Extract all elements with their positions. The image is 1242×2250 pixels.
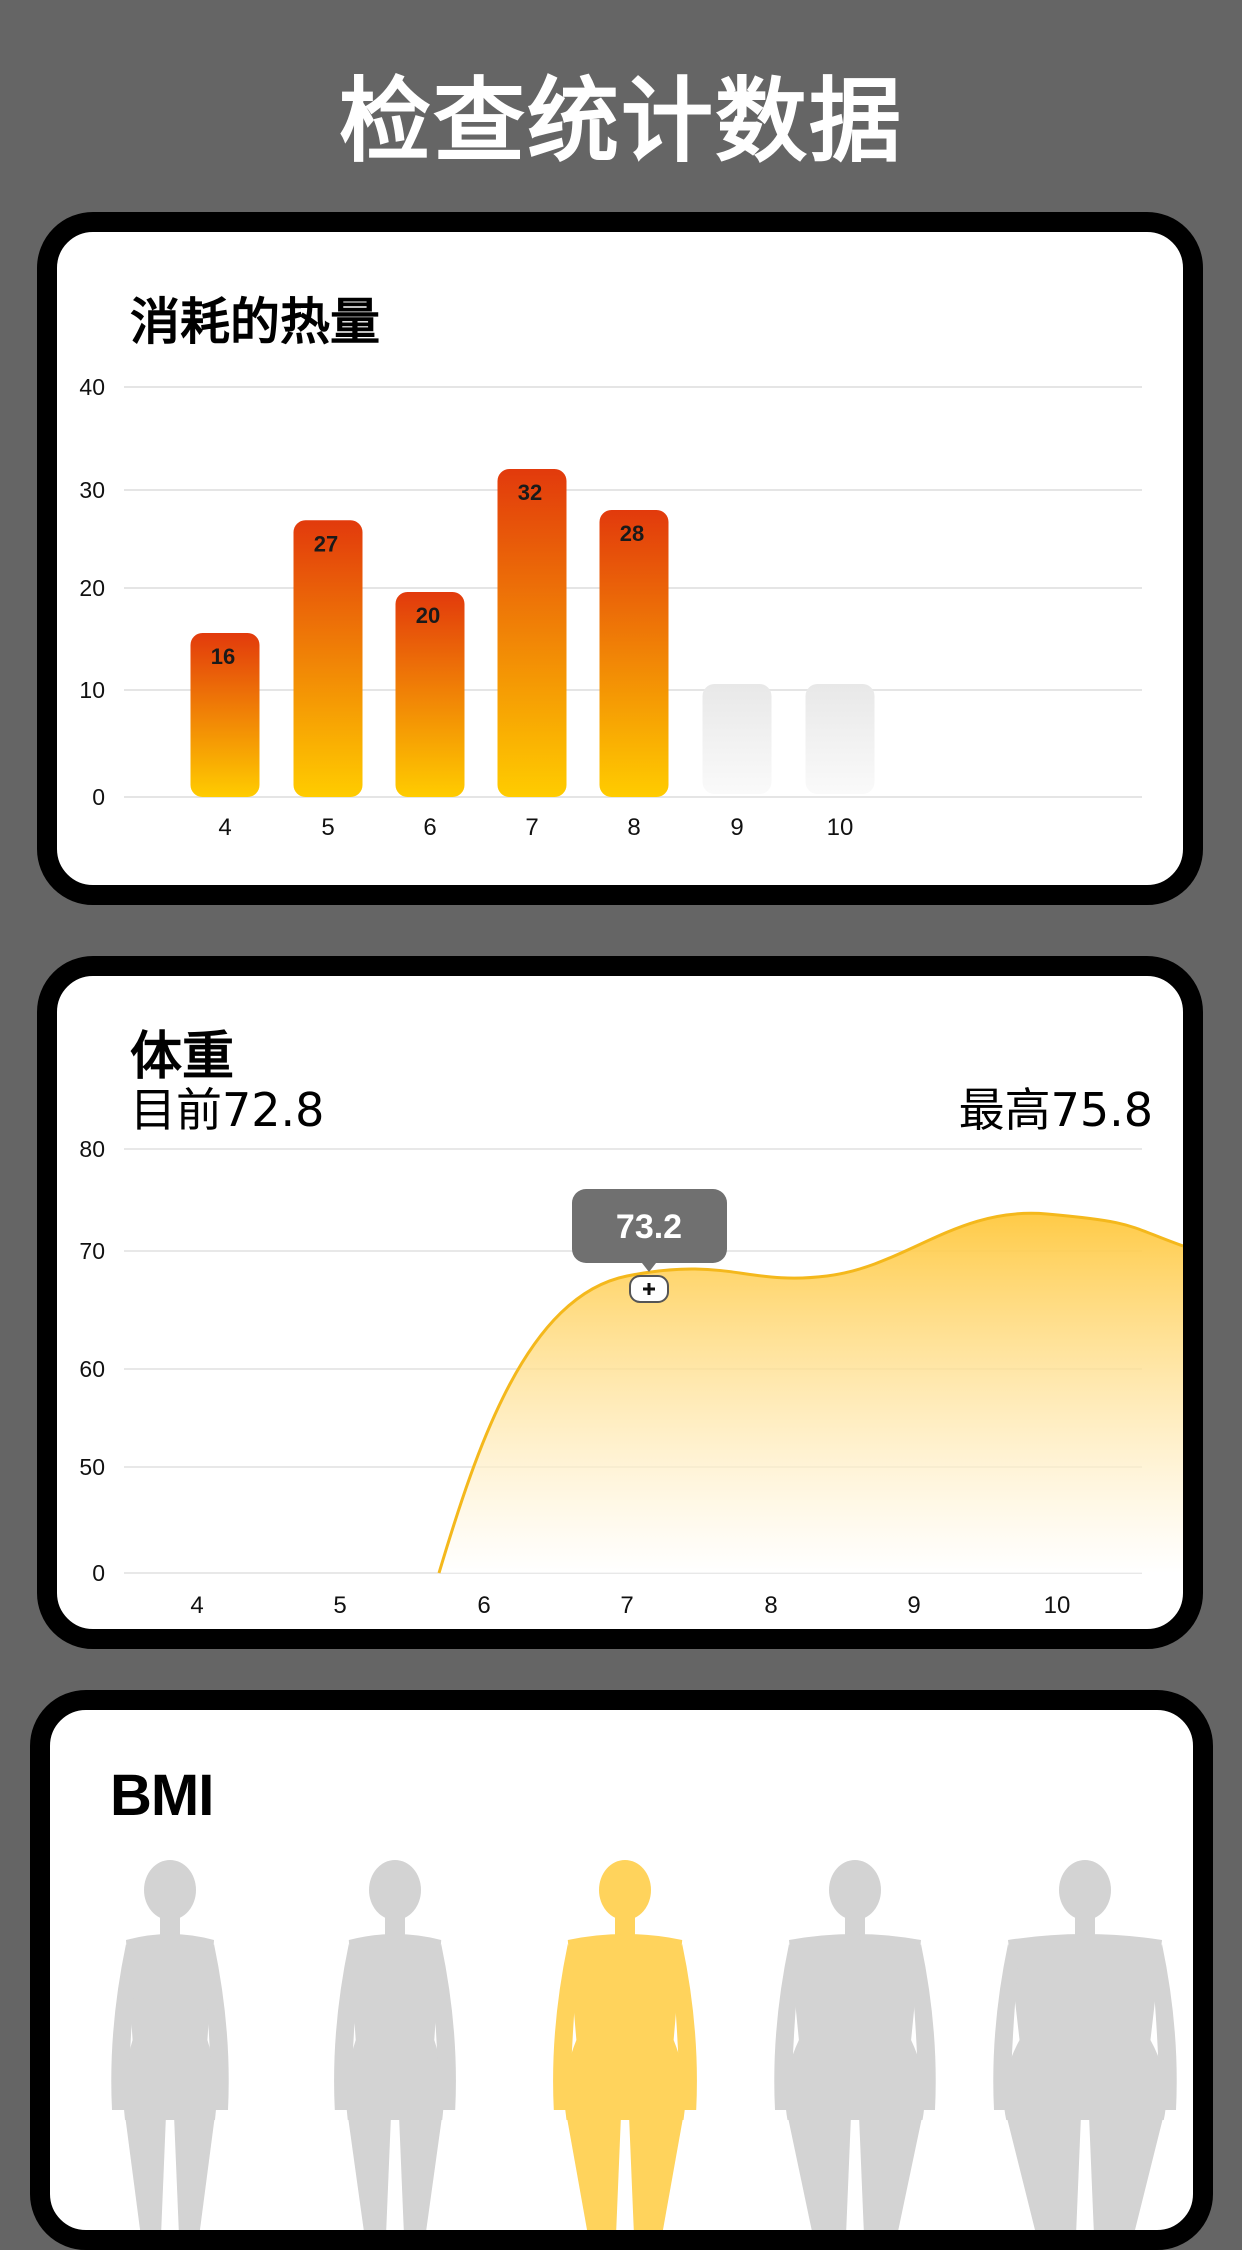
x-tick-label: 8 — [627, 814, 640, 841]
x-tick-label: 4 — [190, 1592, 203, 1619]
bmi-figure-normal — [334, 1860, 456, 2230]
x-tick-label: 5 — [333, 1592, 346, 1619]
y-tick-label: 20 — [79, 575, 105, 601]
tooltip-value: 73.2 — [616, 1208, 682, 1246]
y-tick-label: 80 — [79, 1136, 105, 1162]
data-point-marker[interactable] — [629, 1275, 669, 1303]
y-tick-label: 40 — [79, 374, 105, 400]
bmi-title: BMI — [110, 1763, 214, 1828]
bar[interactable] — [599, 510, 669, 797]
bmi-figures — [111, 1860, 1177, 2230]
y-tick-label: 10 — [79, 677, 105, 703]
x-tick-label: 8 — [764, 1592, 777, 1619]
bar[interactable] — [293, 520, 363, 797]
weight-card: 体重 目前72.8 最高75.8 80 70 60 50 0 73.2 4 5 6 7 8 9 10 — [37, 956, 1203, 1649]
x-tick-label: 5 — [321, 814, 334, 841]
bar-value-label: 20 — [416, 603, 440, 628]
x-tick-label: 10 — [1044, 1592, 1071, 1619]
x-tick-label: 9 — [730, 814, 743, 841]
bar-value-label: 32 — [518, 480, 542, 505]
x-tick-label: 7 — [620, 1592, 633, 1619]
x-tick-label: 10 — [827, 814, 854, 841]
value-tooltip: 73.2 — [572, 1189, 727, 1272]
y-tick-label: 0 — [92, 784, 105, 810]
area-fill — [439, 1213, 1183, 1573]
x-tick-label: 7 — [525, 814, 538, 841]
bmi-figure-underweight — [111, 1860, 229, 2230]
bar-placeholder — [702, 684, 772, 794]
bar-value-label: 27 — [314, 531, 338, 556]
bmi-figure-overweight — [553, 1860, 697, 2230]
calories-card: 消耗的热量 40 30 20 10 0 16 4 27 5 20 6 32 7 28 8 9 10 — [37, 212, 1203, 905]
y-tick-label: 70 — [79, 1238, 105, 1264]
y-tick-label: 30 — [79, 477, 105, 503]
bar[interactable] — [497, 469, 567, 797]
bmi-figure-extremely-obese — [993, 1860, 1177, 2230]
bar-value-label: 28 — [620, 521, 644, 546]
bmi-card: BMI — [30, 1690, 1213, 2250]
bar-placeholder — [805, 684, 875, 794]
bar-value-label: 16 — [211, 644, 235, 669]
y-tick-label: 50 — [79, 1454, 105, 1480]
calories-bar-chart: 40 30 20 10 0 16 4 27 5 20 6 32 7 28 8 9 10 — [79, 374, 1142, 841]
x-tick-label: 6 — [423, 814, 436, 841]
y-tick-label: 60 — [79, 1356, 105, 1382]
bmi-figure-obese — [774, 1860, 936, 2230]
page-title: 检查统计数据 — [338, 68, 903, 175]
x-tick-label: 6 — [477, 1592, 490, 1619]
weight-area-chart: 80 70 60 50 0 73.2 4 5 6 7 8 9 10 — [79, 1136, 1183, 1619]
x-tick-label: 4 — [218, 814, 231, 841]
x-tick-label: 9 — [907, 1592, 920, 1619]
y-tick-label: 0 — [92, 1560, 105, 1586]
